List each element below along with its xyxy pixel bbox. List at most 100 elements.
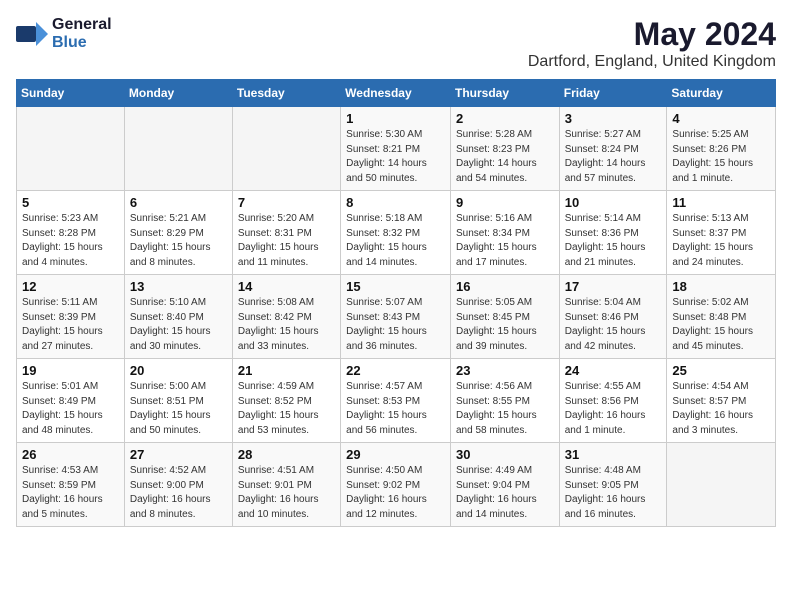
calendar-header-sunday: Sunday bbox=[17, 80, 125, 107]
calendar-cell: 28Sunrise: 4:51 AM Sunset: 9:01 PM Dayli… bbox=[232, 443, 340, 527]
day-number: 11 bbox=[672, 195, 770, 210]
day-info: Sunrise: 5:28 AM Sunset: 8:23 PM Dayligh… bbox=[456, 128, 554, 186]
calendar-header-monday: Monday bbox=[124, 80, 232, 107]
calendar-cell: 14 Sunrise: 5:08 AM Sunset: 8:42 PM Dayli… bbox=[232, 275, 340, 359]
calendar-cell: 26 Sunrise: 4:53 AM Sunset: 8:59 PM Dayli… bbox=[17, 443, 125, 527]
page-subtitle: Dartford, England, United Kingdom bbox=[528, 53, 776, 71]
calendar-cell: 10 Sunrise: 5:14 AM Sunset: 8:36 PM Dayli… bbox=[559, 191, 667, 275]
calendar-cell bbox=[124, 107, 232, 191]
calendar-header-tuesday: Tuesday bbox=[232, 80, 340, 107]
calendar-cell: 21 Sunrise: 4:59 AM Sunset: 8:52 PM Dayli… bbox=[232, 359, 340, 443]
calendar-cell: 15Sunrise: 5:07 AM Sunset: 8:43 PM Dayli… bbox=[341, 275, 451, 359]
day-number: 5 bbox=[22, 195, 119, 210]
calendar-cell: 6Sunrise: 5:21 AM Sunset: 8:29 PM Daylig… bbox=[124, 191, 232, 275]
calendar-cell: 29 Sunrise: 4:50 AM Sunset: 9:02 PM Dayli… bbox=[341, 443, 451, 527]
day-number: 17 bbox=[565, 279, 662, 294]
logo-general: General bbox=[52, 16, 112, 34]
day-info: Sunrise: 5:11 AM Sunset: 8:39 PM Dayligh… bbox=[22, 296, 119, 354]
calendar-week-5: 26 Sunrise: 4:53 AM Sunset: 8:59 PM Dayli… bbox=[17, 443, 776, 527]
day-info: Sunrise: 4:53 AM Sunset: 8:59 PM Dayligh… bbox=[22, 464, 119, 522]
day-number: 26 bbox=[22, 447, 119, 462]
day-info: Sunrise: 5:16 AM Sunset: 8:34 PM Dayligh… bbox=[456, 212, 554, 270]
day-number: 8 bbox=[346, 195, 445, 210]
day-number: 21 bbox=[238, 363, 335, 378]
day-number: 14 bbox=[238, 279, 335, 294]
day-number: 23 bbox=[456, 363, 554, 378]
calendar-cell: 30Sunrise: 4:49 AM Sunset: 9:04 PM Dayli… bbox=[450, 443, 559, 527]
day-number: 22 bbox=[346, 363, 445, 378]
day-info: Sunrise: 5:25 AM Sunset: 8:26 PM Dayligh… bbox=[672, 128, 770, 186]
day-info: Sunrise: 5:05 AM Sunset: 8:45 PM Dayligh… bbox=[456, 296, 554, 354]
calendar-cell: 9Sunrise: 5:16 AM Sunset: 8:34 PM Daylig… bbox=[450, 191, 559, 275]
day-number: 15 bbox=[346, 279, 445, 294]
logo-blue: Blue bbox=[52, 34, 112, 52]
day-number: 18 bbox=[672, 279, 770, 294]
day-number: 1 bbox=[346, 111, 445, 126]
calendar-header-saturday: Saturday bbox=[667, 80, 776, 107]
day-info: Sunrise: 4:52 AM Sunset: 9:00 PM Dayligh… bbox=[130, 464, 227, 522]
calendar-cell: 25 Sunrise: 4:54 AM Sunset: 8:57 PM Dayli… bbox=[667, 359, 776, 443]
day-number: 29 bbox=[346, 447, 445, 462]
calendar-cell: 5 Sunrise: 5:23 AM Sunset: 8:28 PM Daylig… bbox=[17, 191, 125, 275]
calendar-cell bbox=[232, 107, 340, 191]
day-info: Sunrise: 4:57 AM Sunset: 8:53 PM Dayligh… bbox=[346, 380, 445, 438]
day-number: 25 bbox=[672, 363, 770, 378]
title-area: May 2024 Dartford, England, United Kingd… bbox=[528, 16, 776, 71]
calendar-cell: 20Sunrise: 5:00 AM Sunset: 8:51 PM Dayli… bbox=[124, 359, 232, 443]
day-info: Sunrise: 5:23 AM Sunset: 8:28 PM Dayligh… bbox=[22, 212, 119, 270]
logo-icon bbox=[16, 22, 48, 46]
day-info: Sunrise: 4:49 AM Sunset: 9:04 PM Dayligh… bbox=[456, 464, 554, 522]
day-info: Sunrise: 4:59 AM Sunset: 8:52 PM Dayligh… bbox=[238, 380, 335, 438]
calendar-cell: 1 Sunrise: 5:30 AM Sunset: 8:21 PM Daylig… bbox=[341, 107, 451, 191]
day-info: Sunrise: 5:04 AM Sunset: 8:46 PM Dayligh… bbox=[565, 296, 662, 354]
calendar-week-4: 19 Sunrise: 5:01 AM Sunset: 8:49 PM Dayli… bbox=[17, 359, 776, 443]
day-info: Sunrise: 4:56 AM Sunset: 8:55 PM Dayligh… bbox=[456, 380, 554, 438]
day-number: 27 bbox=[130, 447, 227, 462]
calendar-cell: 13Sunrise: 5:10 AM Sunset: 8:40 PM Dayli… bbox=[124, 275, 232, 359]
calendar-cell bbox=[667, 443, 776, 527]
day-info: Sunrise: 5:01 AM Sunset: 8:49 PM Dayligh… bbox=[22, 380, 119, 438]
calendar-week-3: 12 Sunrise: 5:11 AM Sunset: 8:39 PM Dayli… bbox=[17, 275, 776, 359]
calendar-cell bbox=[17, 107, 125, 191]
calendar-cell: 23 Sunrise: 4:56 AM Sunset: 8:55 PM Dayli… bbox=[450, 359, 559, 443]
day-info: Sunrise: 5:30 AM Sunset: 8:21 PM Dayligh… bbox=[346, 128, 445, 186]
calendar-cell: 11 Sunrise: 5:13 AM Sunset: 8:37 PM Dayli… bbox=[667, 191, 776, 275]
header: General Blue May 2024 Dartford, England,… bbox=[16, 16, 776, 71]
calendar-cell: 8 Sunrise: 5:18 AM Sunset: 8:32 PM Daylig… bbox=[341, 191, 451, 275]
day-number: 20 bbox=[130, 363, 227, 378]
logo: General Blue bbox=[16, 16, 112, 51]
day-number: 16 bbox=[456, 279, 554, 294]
day-info: Sunrise: 5:18 AM Sunset: 8:32 PM Dayligh… bbox=[346, 212, 445, 270]
day-info: Sunrise: 5:10 AM Sunset: 8:40 PM Dayligh… bbox=[130, 296, 227, 354]
day-info: Sunrise: 4:54 AM Sunset: 8:57 PM Dayligh… bbox=[672, 380, 770, 438]
calendar-cell: 22 Sunrise: 4:57 AM Sunset: 8:53 PM Dayli… bbox=[341, 359, 451, 443]
calendar-cell: 2 Sunrise: 5:28 AM Sunset: 8:23 PM Daylig… bbox=[450, 107, 559, 191]
calendar-cell: 17 Sunrise: 5:04 AM Sunset: 8:46 PM Dayli… bbox=[559, 275, 667, 359]
calendar-header-row: SundayMondayTuesdayWednesdayThursdayFrid… bbox=[17, 80, 776, 107]
page-title: May 2024 bbox=[528, 16, 776, 53]
calendar-cell: 7 Sunrise: 5:20 AM Sunset: 8:31 PM Daylig… bbox=[232, 191, 340, 275]
calendar-header-thursday: Thursday bbox=[450, 80, 559, 107]
day-number: 4 bbox=[672, 111, 770, 126]
day-number: 7 bbox=[238, 195, 335, 210]
day-info: Sunrise: 4:50 AM Sunset: 9:02 PM Dayligh… bbox=[346, 464, 445, 522]
day-info: Sunrise: 5:14 AM Sunset: 8:36 PM Dayligh… bbox=[565, 212, 662, 270]
day-number: 12 bbox=[22, 279, 119, 294]
calendar-week-1: 1 Sunrise: 5:30 AM Sunset: 8:21 PM Daylig… bbox=[17, 107, 776, 191]
day-info: Sunrise: 5:21 AM Sunset: 8:29 PM Dayligh… bbox=[130, 212, 227, 270]
calendar-cell: 4 Sunrise: 5:25 AM Sunset: 8:26 PM Daylig… bbox=[667, 107, 776, 191]
day-info: Sunrise: 5:27 AM Sunset: 8:24 PM Dayligh… bbox=[565, 128, 662, 186]
calendar-cell: 24Sunrise: 4:55 AM Sunset: 8:56 PM Dayli… bbox=[559, 359, 667, 443]
calendar-cell: 16 Sunrise: 5:05 AM Sunset: 8:45 PM Dayli… bbox=[450, 275, 559, 359]
calendar-header-friday: Friday bbox=[559, 80, 667, 107]
calendar-header-wednesday: Wednesday bbox=[341, 80, 451, 107]
day-number: 3 bbox=[565, 111, 662, 126]
day-number: 24 bbox=[565, 363, 662, 378]
day-info: Sunrise: 5:02 AM Sunset: 8:48 PM Dayligh… bbox=[672, 296, 770, 354]
day-info: Sunrise: 5:08 AM Sunset: 8:42 PM Dayligh… bbox=[238, 296, 335, 354]
day-info: Sunrise: 5:20 AM Sunset: 8:31 PM Dayligh… bbox=[238, 212, 335, 270]
day-number: 19 bbox=[22, 363, 119, 378]
day-info: Sunrise: 5:13 AM Sunset: 8:37 PM Dayligh… bbox=[672, 212, 770, 270]
day-number: 2 bbox=[456, 111, 554, 126]
day-number: 10 bbox=[565, 195, 662, 210]
